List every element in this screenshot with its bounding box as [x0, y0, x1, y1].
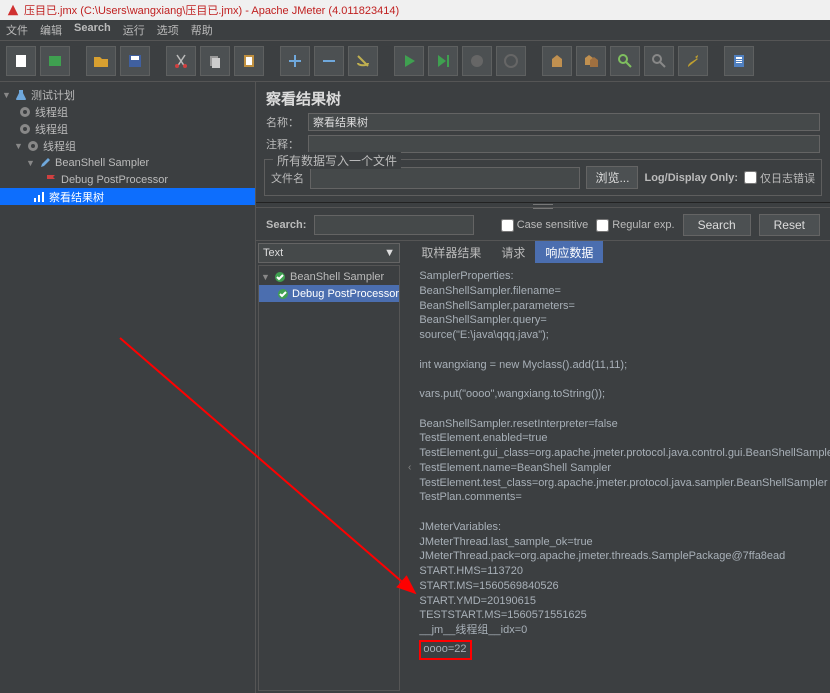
- clear-button[interactable]: [542, 46, 572, 76]
- search-input[interactable]: [314, 215, 474, 235]
- result-root[interactable]: ▼ BeanShell Sampler: [259, 268, 399, 285]
- toggle-button[interactable]: [348, 46, 378, 76]
- content-panel: 察看结果树 名称： 注释： 所有数据写入一个文件 文件名 浏览... Log/D…: [256, 82, 830, 693]
- name-input[interactable]: [308, 113, 820, 131]
- cut-button[interactable]: [166, 46, 196, 76]
- file-fieldset: 所有数据写入一个文件 文件名 浏览... Log/Display Only: 仅…: [264, 159, 822, 196]
- window-title: 压目已.jmx (C:\Users\wangxiang\压目已.jmx) - A…: [24, 2, 399, 18]
- paste-button[interactable]: [234, 46, 264, 76]
- clear-all-button[interactable]: [576, 46, 606, 76]
- splitter-h[interactable]: [256, 202, 830, 208]
- name-label: 名称：: [266, 114, 302, 130]
- menu-bar: 文件 编辑 Search 运行 选项 帮助: [0, 20, 830, 40]
- save-button[interactable]: [120, 46, 150, 76]
- toolbar: [0, 40, 830, 82]
- test-plan-tree[interactable]: ▼ 测试计划 线程组 线程组 ▼ 线程组 ▼ BeanShell Sampler…: [0, 82, 256, 693]
- tree-tg3[interactable]: ▼ 线程组: [0, 137, 255, 154]
- highlighted-value: oooo=22: [419, 640, 472, 660]
- filename-label: 文件名: [271, 170, 304, 186]
- render-combo[interactable]: Text ▼: [258, 243, 400, 263]
- window-title-bar: 压目已.jmx (C:\Users\wangxiang\压目已.jmx) - A…: [0, 0, 830, 20]
- tree-sampler[interactable]: ▼ BeanShell Sampler: [0, 154, 255, 171]
- tree-debug[interactable]: Debug PostProcessor: [0, 171, 255, 188]
- tab-sampler[interactable]: 取样器结果: [411, 241, 491, 263]
- tab-request[interactable]: 请求: [491, 241, 535, 263]
- result-tree[interactable]: ▼ BeanShell Sampler Debug PostProcessor: [258, 265, 400, 691]
- tree-tg1[interactable]: 线程组: [0, 103, 255, 120]
- gear-icon: [18, 122, 32, 136]
- tabs: 取样器结果 请求 响应数据: [411, 241, 830, 263]
- new-button[interactable]: [6, 46, 36, 76]
- chart-icon: [32, 190, 46, 204]
- tree-root[interactable]: ▼ 测试计划: [0, 86, 255, 103]
- comments-input[interactable]: [308, 135, 820, 153]
- success-icon: [277, 287, 289, 301]
- log-display-label: Log/Display Only:: [644, 172, 738, 184]
- templates-button[interactable]: [40, 46, 70, 76]
- beaker-icon: [14, 88, 28, 102]
- shutdown-button[interactable]: [496, 46, 526, 76]
- browse-button[interactable]: 浏览...: [586, 166, 638, 189]
- menu-run[interactable]: 运行: [123, 22, 145, 38]
- case-checkbox[interactable]: Case sensitive: [501, 219, 589, 232]
- search-label: Search:: [266, 219, 306, 231]
- menu-options[interactable]: 选项: [157, 22, 179, 38]
- help-button[interactable]: [724, 46, 754, 76]
- search-button[interactable]: Search: [683, 214, 751, 236]
- toggle-icon[interactable]: ▼: [14, 141, 23, 151]
- filename-input[interactable]: [310, 167, 580, 189]
- menu-search[interactable]: Search: [74, 22, 111, 38]
- copy-button[interactable]: [200, 46, 230, 76]
- expand-button[interactable]: [280, 46, 310, 76]
- regex-checkbox[interactable]: Regular exp.: [596, 219, 674, 232]
- function-button[interactable]: [678, 46, 708, 76]
- jmeter-icon: [6, 3, 20, 17]
- success-icon: [273, 270, 287, 284]
- search-reset-button[interactable]: [644, 46, 674, 76]
- response-body[interactable]: SamplerProperties: BeanShellSampler.file…: [411, 263, 830, 693]
- comments-label: 注释：: [266, 136, 302, 152]
- collapse-button[interactable]: [314, 46, 344, 76]
- menu-edit[interactable]: 编辑: [40, 22, 62, 38]
- gear-icon: [18, 105, 32, 119]
- dropper-icon: [38, 156, 52, 170]
- start-no-pause-button[interactable]: [428, 46, 458, 76]
- tree-listener[interactable]: 察看结果树: [0, 188, 255, 205]
- panel-title: 察看结果树: [256, 82, 830, 111]
- reset-button[interactable]: Reset: [759, 214, 820, 236]
- toggle-icon[interactable]: ▼: [26, 158, 35, 168]
- toggle-icon[interactable]: ▼: [261, 272, 270, 282]
- search-tb-button[interactable]: [610, 46, 640, 76]
- menu-help[interactable]: 帮助: [191, 22, 213, 38]
- fieldset-legend: 所有数据写入一个文件: [273, 152, 401, 169]
- errors-only-checkbox[interactable]: 仅日志错误: [744, 170, 815, 186]
- toggle-icon[interactable]: ▼: [2, 90, 11, 100]
- menu-file[interactable]: 文件: [6, 22, 28, 38]
- chevron-down-icon: ▼: [384, 247, 395, 259]
- open-button[interactable]: [86, 46, 116, 76]
- start-button[interactable]: [394, 46, 424, 76]
- result-child[interactable]: Debug PostProcessor: [259, 285, 399, 302]
- gear-icon: [26, 139, 40, 153]
- tree-tg2[interactable]: 线程组: [0, 120, 255, 137]
- flag-icon: [44, 173, 58, 187]
- stop-button[interactable]: [462, 46, 492, 76]
- tab-response[interactable]: 响应数据: [535, 241, 603, 263]
